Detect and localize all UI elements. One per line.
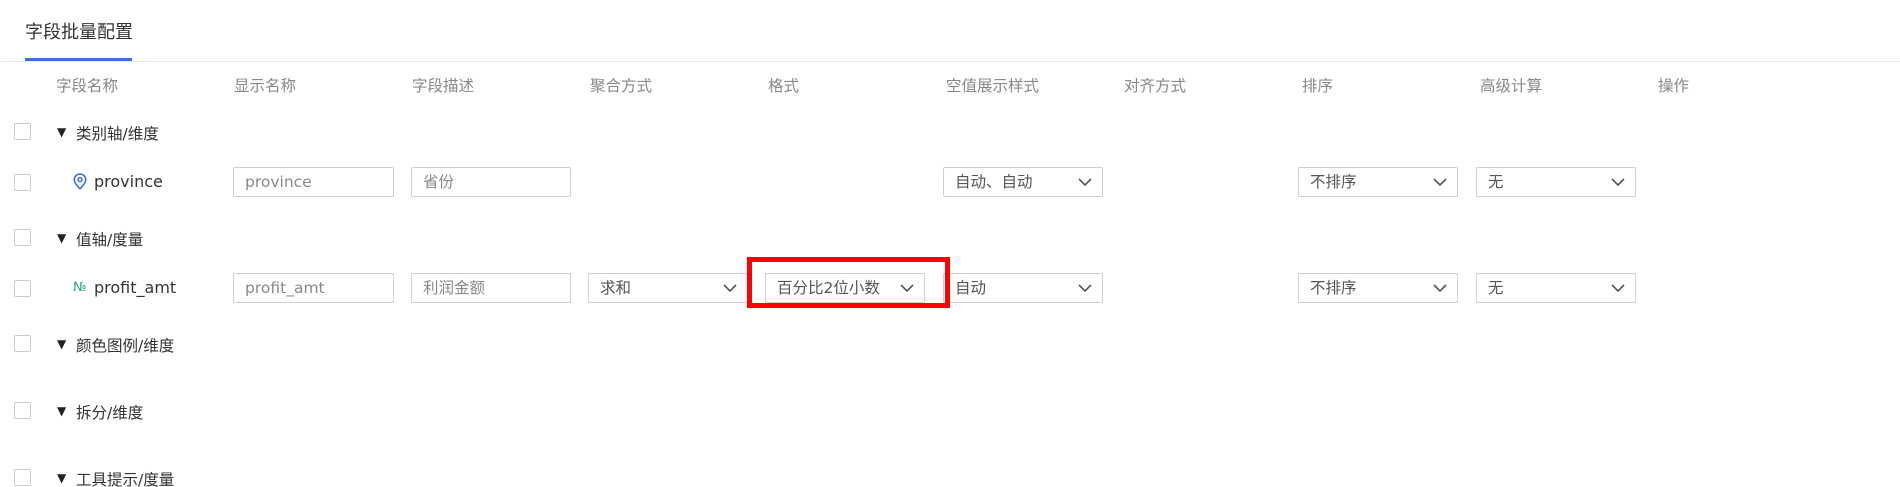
null-style-value: 自动、自动: [955, 173, 1033, 191]
highlight-annotation-box: [747, 257, 950, 308]
group-checkbox[interactable]: [14, 335, 31, 352]
header-advanced-calc: 高级计算: [1480, 77, 1543, 95]
advanced-calc-select[interactable]: 无: [1476, 167, 1636, 197]
chevron-down-icon: [1078, 178, 1092, 187]
description-input[interactable]: 省份: [411, 167, 571, 197]
null-style-select[interactable]: 自动、自动: [943, 167, 1103, 197]
location-pin-icon: [73, 173, 87, 195]
group-checkbox[interactable]: [14, 402, 31, 419]
display-name-input[interactable]: profit_amt: [233, 273, 394, 303]
row-checkbox[interactable]: [14, 174, 31, 191]
advanced-calc-value: 无: [1488, 279, 1504, 297]
group-label: 颜色图例/维度: [76, 337, 175, 355]
collapse-caret-icon[interactable]: ▼: [57, 231, 66, 245]
advanced-calc-value: 无: [1488, 173, 1504, 191]
header-null-style: 空值展示样式: [946, 77, 1040, 95]
sort-value: 不排序: [1310, 173, 1357, 191]
collapse-caret-icon[interactable]: ▼: [57, 471, 66, 485]
group-label: 工具提示/度量: [76, 471, 175, 487]
row-checkbox[interactable]: [14, 280, 31, 297]
description-input[interactable]: 利润金额: [411, 273, 571, 303]
tab-batch-field-config[interactable]: 字段批量配置: [25, 18, 133, 44]
field-name: province: [94, 172, 163, 191]
header-actions: 操作: [1658, 77, 1690, 95]
chevron-down-icon: [1078, 284, 1092, 293]
chevron-down-icon: [1433, 284, 1447, 293]
group-label: 值轴/度量: [76, 231, 144, 249]
collapse-caret-icon[interactable]: ▼: [57, 125, 66, 139]
null-style-value: 自动: [955, 279, 987, 297]
numeric-icon: №: [73, 280, 87, 295]
field-name: profit_amt: [94, 278, 177, 297]
group-label: 拆分/维度: [76, 404, 144, 422]
chevron-down-icon: [1611, 284, 1625, 293]
sort-select[interactable]: 不排序: [1298, 273, 1458, 303]
header-field-name: 字段名称: [56, 77, 119, 95]
group-checkbox[interactable]: [14, 229, 31, 246]
chevron-down-icon: [1433, 178, 1447, 187]
aggregation-value: 求和: [600, 279, 632, 297]
header-description: 字段描述: [412, 77, 475, 95]
null-style-select[interactable]: 自动: [943, 273, 1103, 303]
collapse-caret-icon[interactable]: ▼: [57, 337, 66, 351]
group-label: 类别轴/维度: [76, 125, 159, 143]
sort-value: 不排序: [1310, 279, 1357, 297]
tab-bar: 字段批量配置: [0, 0, 1900, 62]
group-checkbox[interactable]: [14, 469, 31, 486]
aggregation-select[interactable]: 求和: [588, 273, 748, 303]
header-aggregation: 聚合方式: [590, 77, 653, 95]
header-alignment: 对齐方式: [1124, 77, 1187, 95]
header-format: 格式: [768, 77, 800, 95]
advanced-calc-select[interactable]: 无: [1476, 273, 1636, 303]
header-display-name: 显示名称: [234, 77, 297, 95]
header-sort: 排序: [1302, 77, 1334, 95]
chevron-down-icon: [1611, 178, 1625, 187]
sort-select[interactable]: 不排序: [1298, 167, 1458, 197]
collapse-caret-icon[interactable]: ▼: [57, 404, 66, 418]
chevron-down-icon: [723, 284, 737, 293]
group-checkbox[interactable]: [14, 123, 31, 140]
display-name-input[interactable]: province: [233, 167, 394, 197]
active-tab-indicator: [25, 58, 132, 61]
